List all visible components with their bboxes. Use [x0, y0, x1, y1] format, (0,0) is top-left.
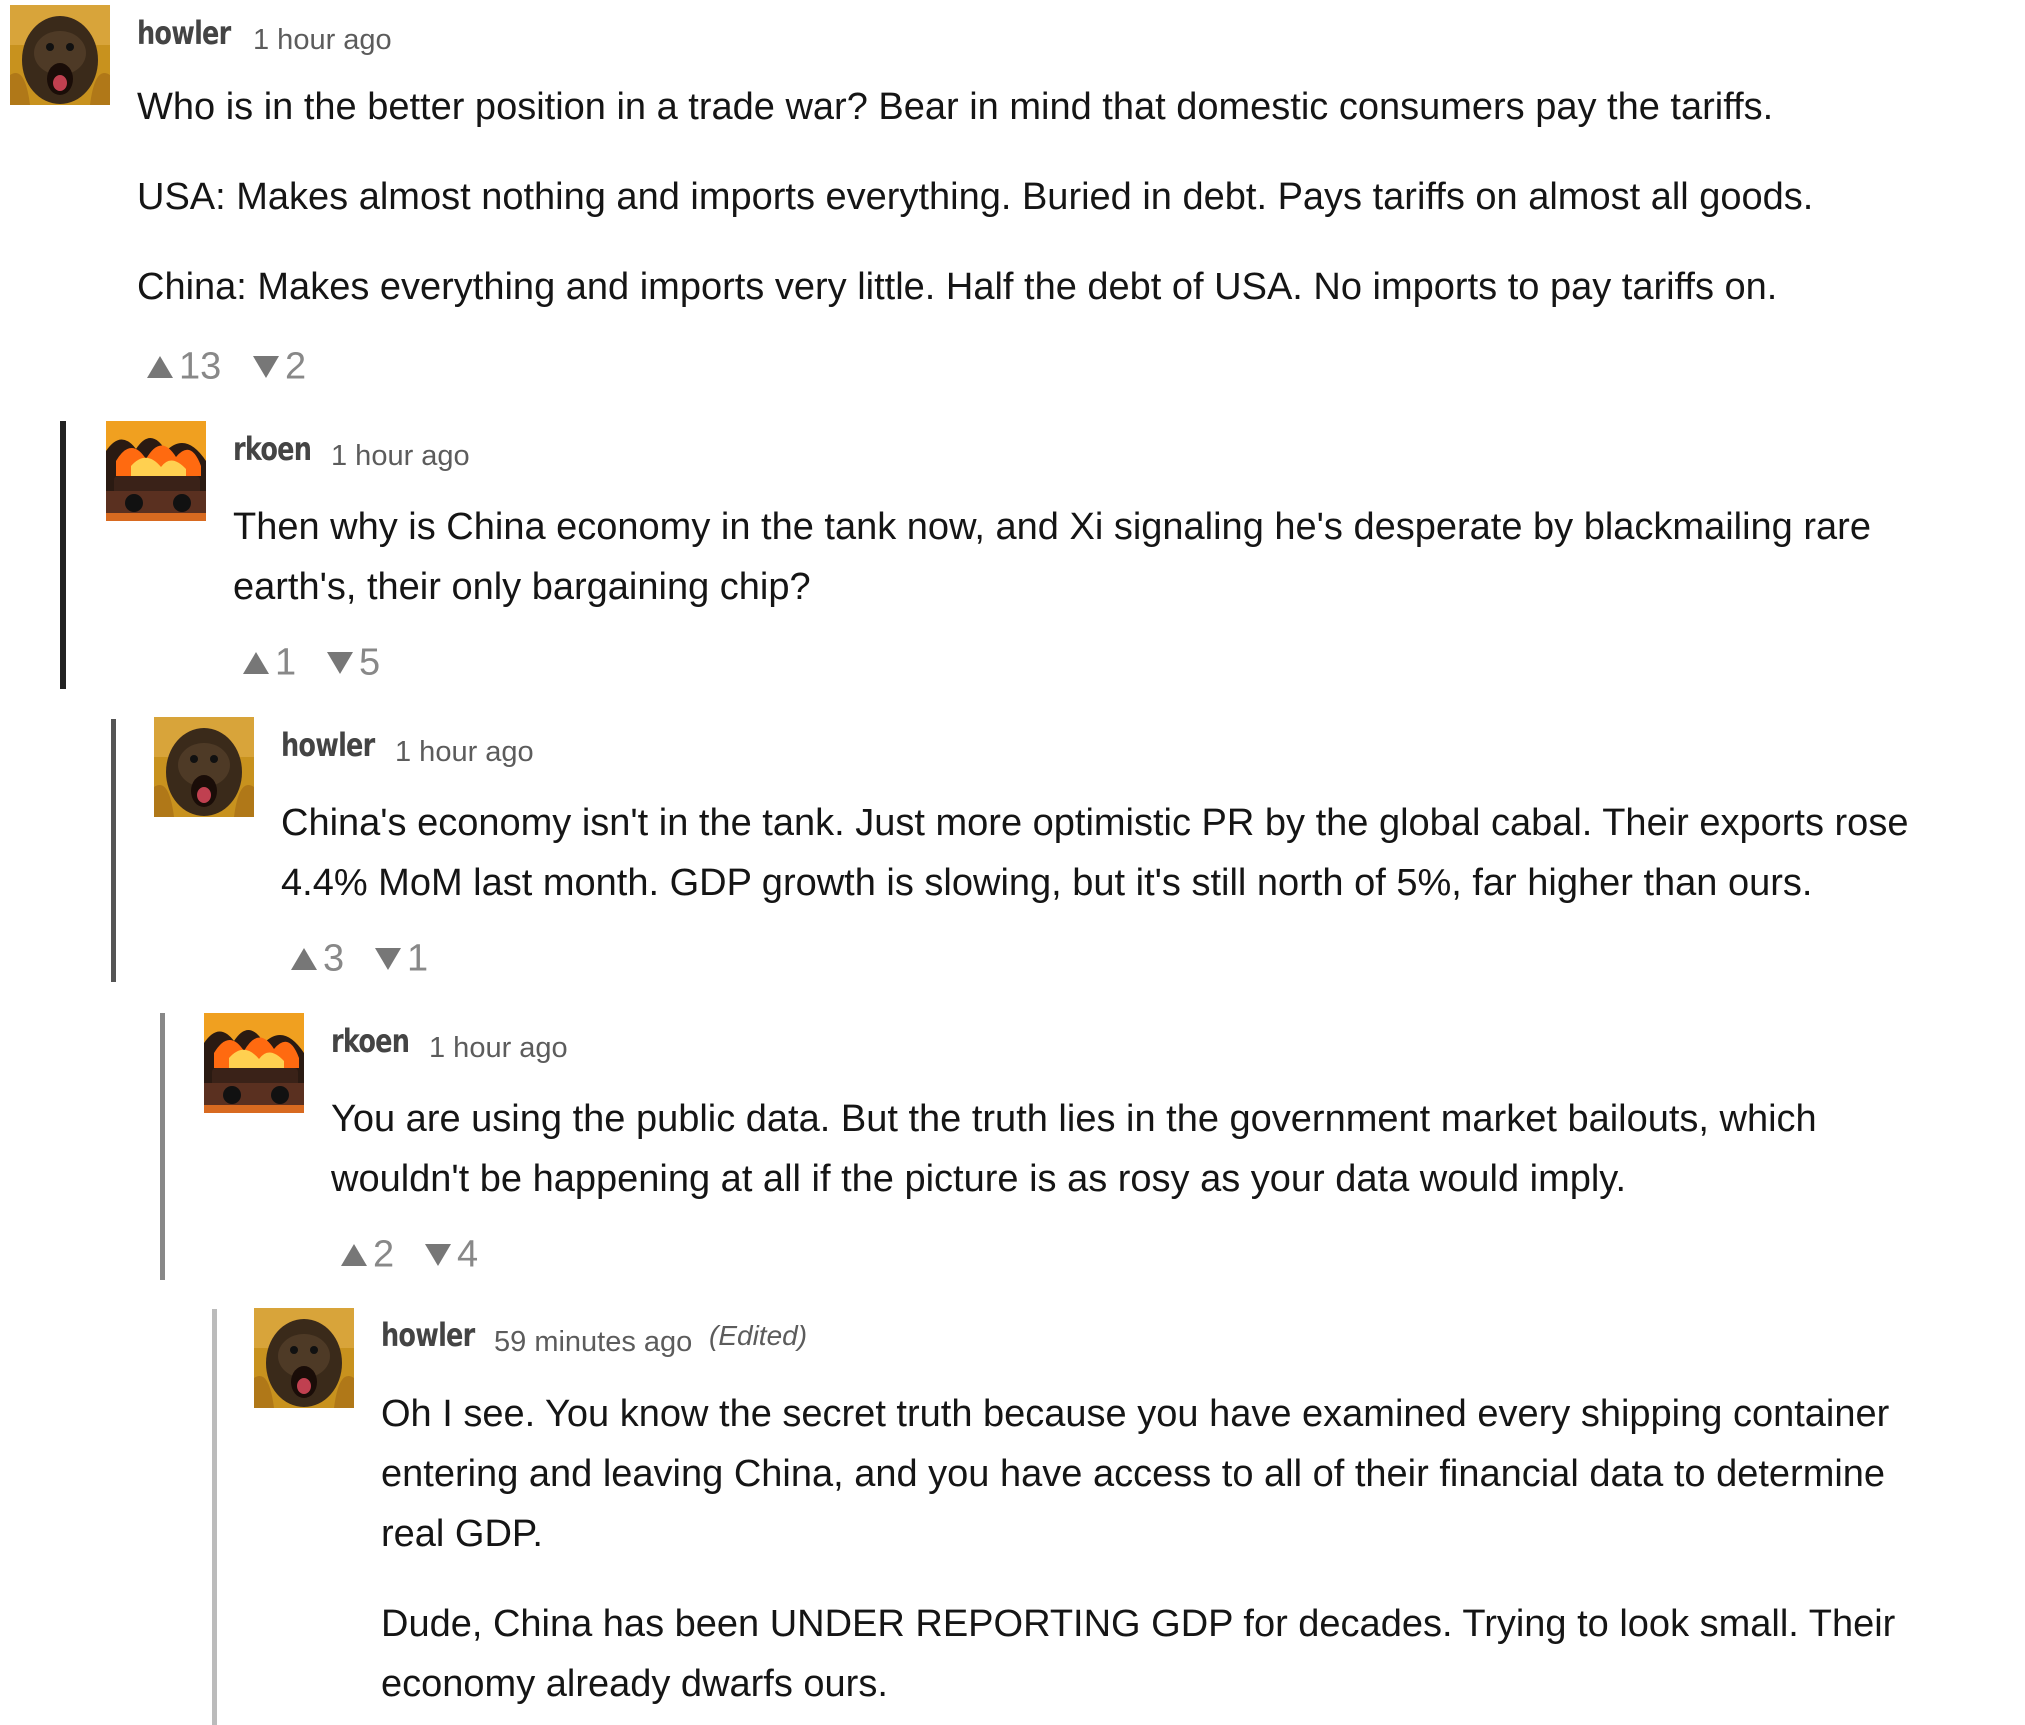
- timestamp[interactable]: 1 hour ago: [253, 24, 392, 57]
- downvote-count: 4: [457, 1233, 479, 1276]
- timestamp[interactable]: 1 hour ago: [331, 440, 470, 473]
- downvote-count: 1: [407, 937, 429, 980]
- downvote-count: 5: [359, 641, 381, 684]
- thread-line: [60, 421, 66, 689]
- downvote-arrow-icon: [327, 640, 359, 682]
- downvote-arrow-icon: [253, 344, 285, 386]
- howler-monkey-avatar-art: [10, 5, 110, 105]
- author-name[interactable]: howler: [381, 1316, 475, 1354]
- author-name[interactable]: rkoen: [331, 1022, 410, 1060]
- edited-label: (Edited): [709, 1320, 808, 1351]
- upvote-button[interactable]: 2: [341, 1232, 394, 1276]
- upvote-count: 1: [275, 641, 297, 684]
- burning-car-avatar-art: [204, 1013, 304, 1113]
- comment-text: economy already dwarfs ours.: [381, 1663, 888, 1705]
- comment-meta: howler 1 hour ago: [137, 14, 1900, 64]
- upvote-button[interactable]: 3: [291, 936, 344, 980]
- upvote-button[interactable]: 13: [147, 344, 221, 388]
- thread-line: [160, 1013, 165, 1280]
- author-name[interactable]: howler: [281, 726, 375, 764]
- comment-text: Oh I see. You know the secret truth beca…: [381, 1393, 1890, 1435]
- comment-meta: howler 1 hour ago: [281, 726, 1900, 776]
- upvote-arrow-icon: [341, 1232, 373, 1274]
- vote-bar: 13 2: [147, 344, 347, 390]
- downvote-button[interactable]: 5: [327, 640, 380, 684]
- avatar[interactable]: [254, 1308, 354, 1408]
- upvote-count: 2: [373, 1233, 395, 1276]
- comment-text: Who is in the better position in a trade…: [137, 86, 1774, 128]
- upvote-arrow-icon: [243, 640, 275, 682]
- thread-line: [111, 719, 116, 982]
- timestamp[interactable]: 1 hour ago: [429, 1032, 568, 1065]
- upvote-arrow-icon: [291, 936, 323, 978]
- comment-meta: rkoen 1 hour ago: [233, 430, 1900, 480]
- burning-car-avatar-art: [106, 421, 206, 521]
- vote-bar: 3 1: [291, 936, 491, 982]
- comment-text: China: Makes everything and imports very…: [137, 266, 1778, 308]
- avatar[interactable]: [10, 5, 110, 105]
- comment-text: wouldn't be happening at all if the pict…: [331, 1158, 1627, 1200]
- comment-text: Then why is China economy in the tank no…: [233, 506, 1871, 548]
- comment-meta: howler 59 minutes ago (Edited): [381, 1316, 1900, 1366]
- avatar[interactable]: [106, 421, 206, 521]
- downvote-arrow-icon: [425, 1232, 457, 1274]
- downvote-button[interactable]: 4: [425, 1232, 478, 1276]
- comment-text: Dude, China has been UNDER REPORTING GDP…: [381, 1603, 1896, 1645]
- comment-text: China's economy isn't in the tank. Just …: [281, 802, 1909, 844]
- upvote-count: 13: [179, 345, 222, 388]
- timestamp[interactable]: 59 minutes ago: [494, 1326, 692, 1359]
- comment-text: 4.4% MoM last month. GDP growth is slowi…: [281, 862, 1813, 904]
- upvote-count: 3: [323, 937, 345, 980]
- downvote-button[interactable]: 2: [253, 344, 306, 388]
- timestamp[interactable]: 1 hour ago: [395, 736, 534, 769]
- howler-monkey-avatar-art: [254, 1308, 354, 1408]
- upvote-button[interactable]: 1: [243, 640, 296, 684]
- howler-monkey-avatar-art: [154, 717, 254, 817]
- comment-text: earth's, their only bargaining chip?: [233, 566, 811, 608]
- author-name[interactable]: rkoen: [233, 430, 312, 468]
- comment-text: entering and leaving China, and you have…: [381, 1453, 1886, 1495]
- upvote-arrow-icon: [147, 344, 179, 386]
- author-name[interactable]: howler: [137, 14, 231, 52]
- downvote-button[interactable]: 1: [375, 936, 428, 980]
- vote-bar: 1 5: [243, 640, 443, 686]
- thread-line: [212, 1309, 217, 1725]
- vote-bar: 2 4: [341, 1232, 541, 1278]
- comment-text: USA: Makes almost nothing and imports ev…: [137, 176, 1814, 218]
- comment-text: real GDP.: [381, 1513, 543, 1555]
- avatar[interactable]: [204, 1013, 304, 1113]
- downvote-arrow-icon: [375, 936, 407, 978]
- comment-meta: rkoen 1 hour ago: [331, 1022, 1900, 1072]
- downvote-count: 2: [285, 345, 307, 388]
- avatar[interactable]: [154, 717, 254, 817]
- comment-text: You are using the public data. But the t…: [331, 1098, 1817, 1140]
